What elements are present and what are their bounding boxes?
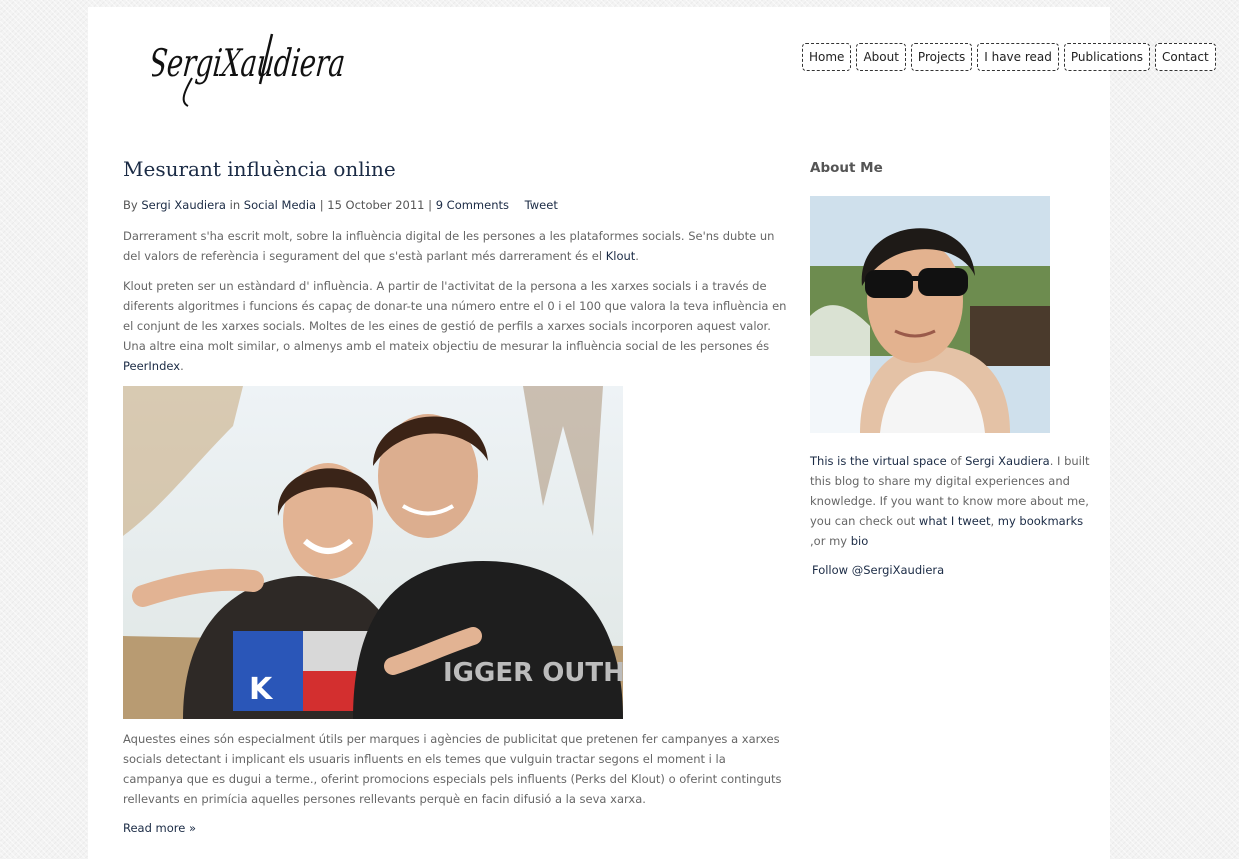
klout-link[interactable]: Klout [606,249,636,263]
peerindex-link[interactable]: PeerIndex [123,359,180,373]
meta-separator: | [319,198,324,212]
tweet-button[interactable]: Tweet [525,198,558,212]
bookmarks-link[interactable]: my bookmarks [998,514,1083,528]
post-paragraph-1: Darrerament s'ha escrit molt, sobre la i… [123,226,788,266]
post-paragraph-3: Aquestes eines són especialment útils pe… [123,732,782,806]
paragraph-text: Klout preten ser un estàndard d' influèn… [123,279,787,353]
logo-signature: SergiXaudiera [152,33,347,107]
post-title[interactable]: Mesurant influència online [123,150,788,188]
post-photo: K IGGER OUTH [123,386,623,719]
nav-home[interactable]: Home [802,43,852,71]
name-link[interactable]: Sergi Xaudiera [965,454,1050,468]
about-text: This is the virtual space of Sergi Xaudi… [810,451,1095,551]
virtual-space-link[interactable]: This is the virtual space [810,454,947,468]
about-text-part: ,or my [810,534,851,548]
comments-link[interactable]: 9 Comments [436,198,509,212]
nav-i-have-read[interactable]: I have read [977,43,1059,71]
nav-about[interactable]: About [856,43,906,71]
post-paragraph-2: Klout preten ser un estàndard d' influèn… [123,276,788,376]
meta-by: By [123,198,138,212]
about-text-part: , [990,514,998,528]
bio-link[interactable]: bio [851,534,869,548]
paragraph-text: Darrerament s'ha escrit molt, sobre la i… [123,229,775,263]
paragraph-end: . [180,359,184,373]
nav-contact[interactable]: Contact [1154,43,1216,71]
about-text-part: of [946,454,966,468]
meta-separator: | [428,198,433,212]
what-i-tweet-link[interactable]: what I tweet [919,514,991,528]
site-logo[interactable]: SergiXaudiera [152,14,362,110]
nav-publications[interactable]: Publications [1063,43,1150,71]
post-meta: By Sergi Xaudiera in Social Media | 15 O… [123,196,788,214]
sidebar: About Me This is the virtual space of Se… [810,150,1095,578]
author-link[interactable]: Sergi Xaudiera [141,198,226,212]
read-more-link[interactable]: Read more » [123,821,196,835]
nav-projects[interactable]: Projects [910,43,973,71]
tshirt-print: IGGER OUTH [443,658,623,688]
category-link[interactable]: Social Media [244,198,316,212]
about-photo [810,196,1050,433]
meta-in: in [229,198,241,212]
post-date: 15 October 2011 [327,198,425,212]
about-me-title: About Me [810,160,883,176]
main-nav: Home About Projects I have read Publicat… [802,43,1216,71]
logo-text: SergiXaudiera [152,41,347,85]
follow-button[interactable]: Follow @SergiXaudiera [812,563,944,577]
post-article: Mesurant influència online By Sergi Xaud… [123,150,788,836]
shirt-logo: K [249,672,274,707]
paragraph-end: . [635,249,639,263]
